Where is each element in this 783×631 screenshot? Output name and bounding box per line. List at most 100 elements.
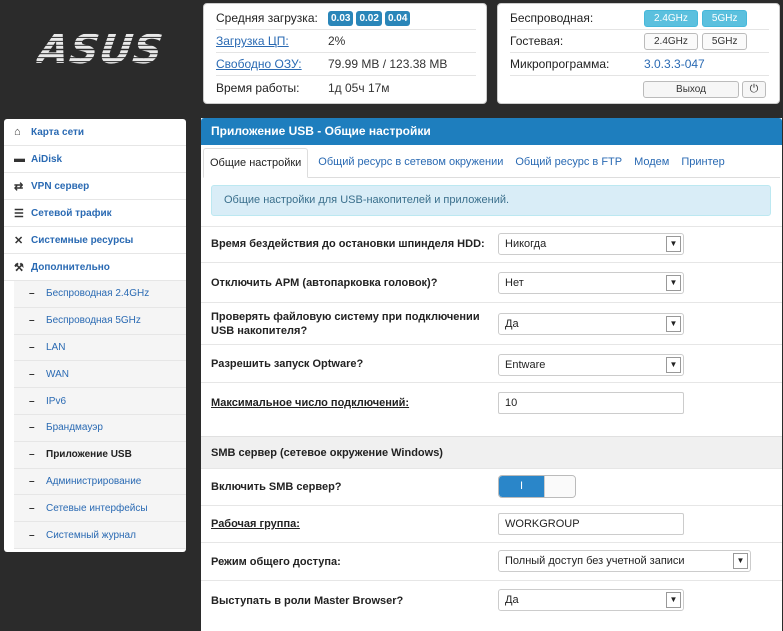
sidebar-item-network-map[interactable]: ⌂ Карта сети <box>4 119 186 146</box>
sidebar-subitem-interfaces[interactable]: – Сетевые интерфейсы <box>14 495 186 523</box>
master-browser-select[interactable]: Да ▼ <box>498 589 684 611</box>
hdd-spindown-select[interactable]: Никогда ▼ <box>498 233 684 255</box>
smb-enable-toggle[interactable]: I <box>498 475 576 498</box>
sidebar-item-aidisk[interactable]: ▬ AiDisk <box>4 146 186 173</box>
form-row-access-mode: Режим общего доступа: Полный доступ без … <box>201 542 782 580</box>
optware-value: Entware <box>505 359 546 371</box>
chevron-down-icon: ▼ <box>733 553 748 569</box>
power-icon: ⏻ <box>749 83 759 95</box>
sidebar-subitem-wireless-24[interactable]: – Беспроводная 2.4GHz <box>14 281 186 308</box>
cpu-row: Загрузка ЦП: 2% <box>216 30 476 53</box>
sidebar: ⌂ Карта сети ▬ AiDisk ⇄ VPN сервер ☰ Сет… <box>4 119 186 552</box>
guest-label: Гостевая: <box>510 34 564 48</box>
dash-icon: – <box>29 315 35 327</box>
access-mode-select[interactable]: Полный доступ без учетной записи ▼ <box>498 550 751 572</box>
sidebar-item-label: Карта сети <box>31 126 85 138</box>
apm-label: Отключить APM (автопарковка головок)? <box>211 276 438 289</box>
chevron-down-icon: ▼ <box>666 592 681 608</box>
ram-link[interactable]: Свободно ОЗУ: <box>216 57 328 71</box>
sidebar-subitem-label: Системный журнал <box>46 529 136 541</box>
fscheck-value: Да <box>505 318 519 330</box>
sidebar-item-advanced[interactable]: ⚒ Дополнительно <box>4 254 186 281</box>
maxconn-input[interactable]: 10 <box>498 392 684 414</box>
optware-label: Разрешить запуск Optware? <box>211 357 364 370</box>
sidebar-subitem-label: Приложение USB <box>46 449 132 461</box>
maxconn-label: Максимальное число подключений: <box>211 396 410 409</box>
ram-row: Свободно ОЗУ: 79.99 MB / 123.38 MB <box>216 53 476 76</box>
optware-select[interactable]: Entware ▼ <box>498 354 684 376</box>
main-panel: Приложение USB - Общие настройки Общие н… <box>201 118 782 631</box>
sidebar-subitem-administration[interactable]: – Администрирование <box>14 468 186 496</box>
wireless-label: Беспроводная: <box>510 11 594 25</box>
smb-section-header: SMB сервер (сетевое окружение Windows) <box>201 436 782 468</box>
wireless-row: Беспроводная: 2.4GHz 5GHz <box>510 7 769 30</box>
sidebar-subitem-wireless-5[interactable]: – Беспроводная 5GHz <box>14 307 186 335</box>
guest-row: Гостевая: 2.4GHz 5GHz <box>510 30 769 53</box>
sidebar-subitem-wan[interactable]: – WAN <box>14 361 186 389</box>
sidebar-subitem-label: IPv6 <box>46 395 67 407</box>
workgroup-input[interactable]: WORKGROUP <box>498 513 684 535</box>
sidebar-item-system-resources[interactable]: ✕ Системные ресурсы <box>4 227 186 254</box>
tab-samba[interactable]: Общий ресурс в сетевом окружении <box>312 148 509 177</box>
form-row-optware: Разрешить запуск Optware? Entware ▼ <box>201 344 782 382</box>
smb-enable-label: Включить SMB сервер? <box>211 481 342 493</box>
sidebar-item-traffic[interactable]: ☰ Сетевой трафик <box>4 200 186 227</box>
firmware-version-link[interactable]: 3.0.3.3-047 <box>644 57 705 71</box>
load-1min: 0.03 <box>328 10 354 26</box>
sidebar-subitem-usb-app[interactable]: – Приложение USB <box>14 441 186 469</box>
shuffle-icon: ✕ <box>14 234 24 247</box>
access-mode-value: Полный доступ без учетной записи <box>505 555 685 567</box>
sidebar-subitem-label: Сетевые интерфейсы <box>46 502 148 514</box>
sidebar-subitem-label: Беспроводная 2.4GHz <box>46 288 150 300</box>
wireless-24-button[interactable]: 2.4GHz <box>644 9 698 27</box>
hdd-spindown-value: Никогда <box>505 238 547 250</box>
tab-general[interactable]: Общие настройки <box>203 148 309 178</box>
chevron-down-icon: ▼ <box>666 275 681 291</box>
asus-logo: ASUS <box>34 27 167 73</box>
fscheck-label: Проверять файловую систему при подключен… <box>211 310 480 337</box>
master-browser-value: Да <box>505 594 519 606</box>
dash-icon: – <box>29 529 35 541</box>
apm-select[interactable]: Нет ▼ <box>498 272 684 294</box>
chevron-down-icon: ▼ <box>666 357 681 373</box>
status-panel: Средняя загрузка: 0.03 0.02 0.04 Загрузк… <box>203 3 487 104</box>
firmware-panel: Беспроводная: 2.4GHz 5GHz Гостевая: 2.4G… <box>497 3 780 104</box>
wireless-5-button[interactable]: 5GHz <box>701 9 748 27</box>
form-row-workgroup: Рабочая группа: WORKGROUP <box>201 505 782 542</box>
tab-printer[interactable]: Принтер <box>675 148 730 177</box>
info-alert: Общие настройки для USB-накопителей и пр… <box>211 185 771 216</box>
guest-24-button[interactable]: 2.4GHz <box>644 32 698 50</box>
wrench-icon: ⚒ <box>14 261 24 274</box>
tab-modem[interactable]: Модем <box>628 148 675 177</box>
dash-icon: – <box>29 288 35 300</box>
disk-icon: ▬ <box>14 153 25 165</box>
load-5min: 0.02 <box>356 10 382 26</box>
tab-bar: Общие настройки Общий ресурс в сетевом о… <box>203 148 780 178</box>
sidebar-subitem-label: LAN <box>46 341 66 353</box>
sidebar-subitem-ipv6[interactable]: – IPv6 <box>14 388 186 415</box>
sidebar-item-label: AiDisk <box>31 153 63 165</box>
fscheck-select[interactable]: Да ▼ <box>498 313 684 335</box>
traffic-icon: ☰ <box>14 207 24 220</box>
form-row-smb-enable: Включить SMB сервер? I <box>201 468 782 505</box>
form-row-master-browser: Выступать в роли Master Browser? Да ▼ <box>201 580 782 620</box>
sidebar-item-label: Сетевой трафик <box>31 207 112 219</box>
dash-icon: – <box>29 502 35 514</box>
chevron-down-icon: ▼ <box>666 236 681 252</box>
tab-ftp[interactable]: Общий ресурс в FTP <box>509 148 628 177</box>
cpu-link[interactable]: Загрузка ЦП: <box>216 34 328 48</box>
reboot-button[interactable]: ⏻ <box>742 81 766 98</box>
guest-5-button[interactable]: 5GHz <box>701 32 748 50</box>
load-label: Средняя загрузка: <box>216 11 318 25</box>
dash-icon: – <box>29 449 35 461</box>
sidebar-subitem-firewall[interactable]: – Брандмауэр <box>14 414 186 442</box>
master-browser-label: Выступать в роли Master Browser? <box>211 594 404 607</box>
sidebar-subitem-lan[interactable]: – LAN <box>14 334 186 362</box>
firmware-row: Микропрограмма: 3.0.3.3-047 <box>510 53 769 76</box>
sidebar-subitem-syslog[interactable]: – Системный журнал <box>14 522 186 549</box>
form-row-fscheck: Проверять файловую систему при подключен… <box>201 302 782 344</box>
chevron-down-icon: ▼ <box>666 316 681 332</box>
logout-button[interactable]: Выход <box>643 81 739 98</box>
sidebar-item-vpn[interactable]: ⇄ VPN сервер <box>4 173 186 200</box>
page-title: Приложение USB - Общие настройки <box>201 118 782 145</box>
